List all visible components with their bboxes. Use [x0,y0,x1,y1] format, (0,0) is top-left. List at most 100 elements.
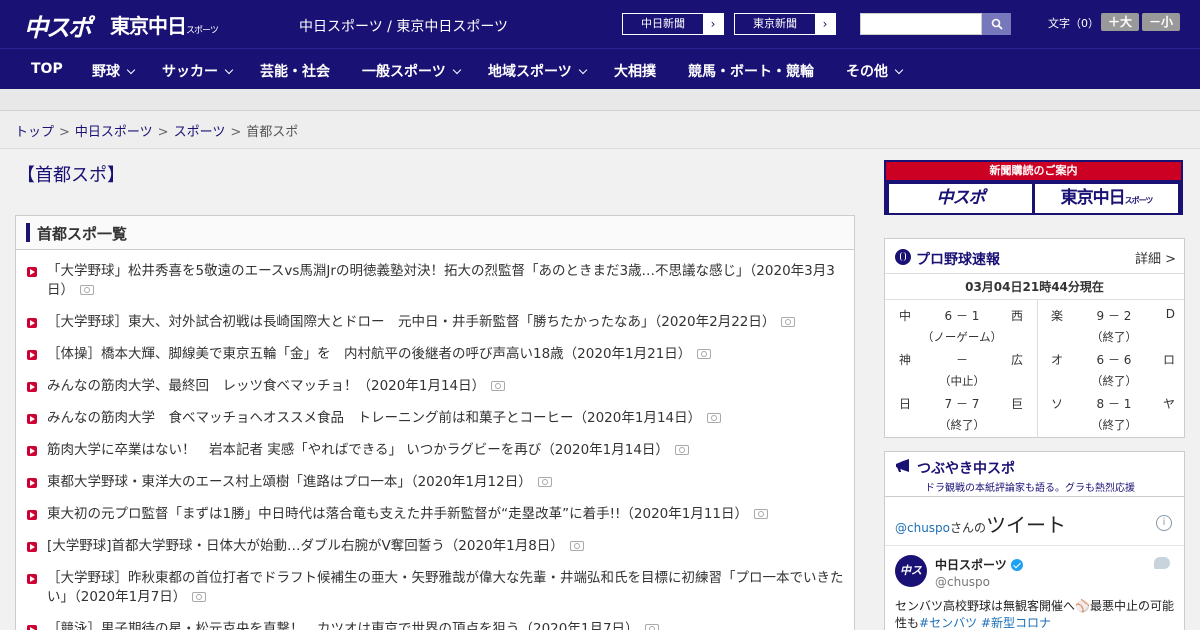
article-link[interactable]: みんなの筋肉大学、最終回 レッツ食べマッチョ！（2020年1月14日） [47,378,485,394]
article-link[interactable]: みんなの筋肉大学 食べマッチョへオススメ食品 トレーニング前は和菓子とコーヒー（… [47,410,701,426]
twitter-bird-icon[interactable] [1154,557,1170,569]
list-item[interactable]: ［体操］橋本大輝、脚線美で東京五輪「金」を 内村航平の後継者の呼び声高い18歳（… [27,345,844,364]
list-item[interactable]: 東都大学野球・東洋大のエース村上頌樹「進路はプロ一本」（2020年1月12日） [27,473,844,492]
play-marker-icon [27,542,37,552]
nav-soccer[interactable]: サッカー [162,61,234,81]
tweet-author-name-text: 中日スポーツ [935,558,1007,572]
breadcrumb-sports[interactable]: スポーツ [174,125,226,140]
scores-divider [1037,300,1038,438]
article-link[interactable]: 東大初の元プロ監督「まずは1勝」中日時代は落合竜も支えた井手新監督が“走塁改革”… [47,506,748,522]
nav-baseball[interactable]: 野球 [92,61,136,81]
game-score[interactable]: 楽9 － 2 D （終了） [1039,300,1189,344]
play-marker-icon [27,267,37,277]
nav-top[interactable]: TOP [31,61,63,77]
timeline-handle-link[interactable]: @chuspo [895,521,950,535]
avatar[interactable]: 中スポ [895,555,927,609]
nav-sumo[interactable]: 大相撲 [614,61,656,81]
article-link[interactable]: ［競泳］男子期待の星・松元克央を直撃！ カツオは東京で世界の頂点を狙う（2020… [47,621,639,630]
ad-chuspo-logo[interactable]: 中スポ [889,184,1032,213]
scores-detail-link[interactable]: 詳細 > [1135,248,1176,267]
game-score[interactable]: 中6 － 1 西（ノーゲーム） [887,300,1037,344]
timeline-handle-suffix: さんの [950,521,987,535]
breadcrumb-chunichi-sports[interactable]: 中日スポーツ [75,125,153,140]
chuspo-logo[interactable]: 中スポ [24,8,92,43]
away-team: 広 [1010,353,1023,367]
nav-other[interactable]: その他 [846,61,904,81]
article-link[interactable]: ［大学野球］昨秋東都の首位打者でドラフト候補生の亜大・矢野雅哉が偉大な先輩・井端… [47,570,844,605]
camera-icon [707,413,722,423]
tweet-author-name[interactable]: 中日スポーツ [935,556,1023,573]
list-item[interactable]: 筋肉大学に卒業はない！ 岩本記者 実感「やればできる」 いつかラグビーを再び（2… [27,441,844,460]
twitter-timeline: @chuspoさんのツイート i 中スポ 中日スポーツ @chuspo センバツ… [884,496,1185,630]
heading-accent-bar [26,223,30,242]
away-team: 巨 [1010,397,1023,411]
nav-entertainment[interactable]: 芸能・社会 [260,61,330,81]
list-item[interactable]: みんなの筋肉大学、最終回 レッツ食べマッチョ！（2020年1月14日） [27,377,844,396]
baseball-scores-panel: プロ野球速報 詳細 > 03月04日21時44分現在 中6 － 1 西（ノーゲーム… [884,238,1185,438]
font-bigger-button[interactable]: ＋大 [1101,13,1139,31]
game-status: （中止） [939,374,985,388]
tsubuyaki-header[interactable]: つぶやき中スポ ドラ観戦の本紙評論家も語る。グラも熱烈応援 [884,451,1185,496]
list-item[interactable]: 「大学野球」松井秀喜を5敬遠のエースvs馬淵Jrの明徳義塾対決！拓大の烈監督「あ… [27,262,844,300]
play-marker-icon [27,318,37,328]
nav-label: 大相撲 [614,64,656,80]
tweet-author-handle[interactable]: @chuspo [935,575,990,589]
search-icon [991,18,1003,30]
chevron-right-icon: › [703,14,723,34]
nav-racing[interactable]: 競馬・ボート・競輪 [688,61,814,81]
game-status: （ノーゲーム） [921,330,1003,344]
search-button[interactable] [982,13,1011,35]
article-link[interactable]: 「大学野球」松井秀喜を5敬遠のエースvs馬淵Jrの明徳義塾対決！拓大の烈監督「あ… [47,263,835,298]
nav-label: TOP [31,61,63,77]
tweet-hashtag[interactable]: #センバツ [919,616,977,630]
game-score[interactable]: オ6 － 6 ロ（終了） [1039,344,1189,388]
font-size-label: 文字（0） [1048,17,1099,30]
list-heading-text: 首都スポ一覧 [37,225,128,243]
ad-tokyo-chunichi-logo[interactable]: 東京中日スポーツ [1035,184,1178,213]
play-marker-icon [27,382,37,392]
baseball-icon [895,249,911,265]
info-icon[interactable]: i [1156,515,1172,531]
nav-local-sports[interactable]: 地域スポーツ [488,61,587,81]
breadcrumb-current: 首都スポ [246,125,299,140]
tokyo-shimbun-label: 東京新聞 [753,17,797,30]
timeline-heading: @chuspoさんのツイート [895,509,1066,538]
list-item[interactable]: ［大学野球］昨秋東都の首位打者でドラフト候補生の亜大・矢野雅哉が偉大な先輩・井端… [27,569,844,607]
sub-bar [0,89,1200,111]
away-team: 西 [1010,309,1023,323]
ad-tokyo-logo-text: 東京中日 [1060,188,1126,208]
breadcrumb-top[interactable]: トップ [15,125,54,140]
list-item[interactable]: ［競泳］男子期待の星・松元克央を直撃！ カツオは東京で世界の頂点を狙う（2020… [27,620,844,630]
game-score[interactable]: ソ8 － 1 ヤ（終了） [1039,388,1189,432]
article-link[interactable]: ［大学野球］東大、対外試合初戦は長崎国際大とドロー 元中日・井手新監督「勝ちたか… [47,314,775,330]
article-link[interactable]: 筋肉大学に卒業はない！ 岩本記者 実感「やればできる」 いつかラグビーを再び（2… [47,442,669,458]
timeline-divider [885,545,1184,546]
list-item[interactable]: 東大初の元プロ監督「まずは1勝」中日時代は落合竜も支えた井手新監督が“走塁改革”… [27,505,844,524]
chunichi-shimbun-button[interactable]: 中日新聞 › [622,13,724,35]
nav-label: サッカー [162,64,218,80]
megaphone-icon [896,459,909,472]
list-item[interactable]: [大学野球]首都大学野球・日体大が始動…ダブル右腕がV奪回誓う（2020年1月8… [27,537,844,556]
tokyo-chunichi-logo[interactable]: 東京中日スポーツ [110,10,219,39]
article-link[interactable]: [大学野球]首都大学野球・日体大が始動…ダブル右腕がV奪回誓う（2020年1月8… [47,538,564,554]
game-score[interactable]: 日7 － 7 巨（終了） [887,388,1037,432]
camera-icon [537,477,552,487]
article-link[interactable]: 東都大学野球・東洋大のエース村上頌樹「進路はプロ一本」（2020年1月12日） [47,474,532,490]
article-link[interactable]: ［体操］橋本大輝、脚線美で東京五輪「金」を 内村航平の後継者の呼び声高い18歳（… [47,346,691,362]
font-smaller-button[interactable]: －小 [1142,13,1180,31]
tweet-hashtag[interactable]: #新型コロナ [981,616,1051,630]
list-item[interactable]: みんなの筋肉大学 食べマッチョへオススメ食品 トレーニング前は和菓子とコーヒー（… [27,409,844,428]
list-item[interactable]: ［大学野球］東大、対外試合初戦は長崎国際大とドロー 元中日・井手新監督「勝ちたか… [27,313,844,332]
site-title: 中日スポーツ / 東京中日スポーツ [299,19,509,35]
subscription-ad[interactable]: 新聞購読のご案内 中スポ 東京中日スポーツ [884,160,1183,215]
breadcrumb-separator: > [59,125,70,140]
tokyo-shimbun-button[interactable]: 東京新聞 › [734,13,836,35]
scores-grid: 中6 － 1 西（ノーゲーム）楽 9 － 2 D （終了）神－広（中止）オ 6 － 6 ロ（… [885,300,1184,438]
camera-icon [697,349,712,359]
search-input[interactable] [860,13,982,35]
camera-icon [644,624,659,630]
nav-label: 一般スポーツ [362,64,446,80]
nav-general-sports[interactable]: 一般スポーツ [362,61,461,81]
game-score[interactable]: 神－広（中止） [887,344,1037,388]
nav-label: 競馬・ボート・競輪 [688,64,814,80]
